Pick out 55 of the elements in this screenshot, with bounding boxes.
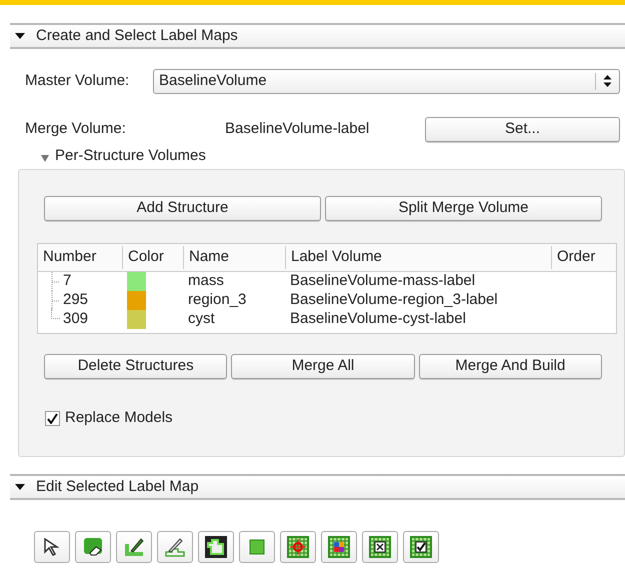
push-button[interactable]: Split Merge Volume (325, 196, 602, 221)
field-label: Merge Volume: (25, 118, 127, 139)
push-button[interactable]: Set... (425, 116, 620, 142)
expanded-triangle-icon[interactable] (40, 153, 50, 163)
filled-square-icon (249, 539, 265, 555)
tool-button[interactable] (321, 531, 357, 563)
pencil-icon (164, 536, 186, 558)
merge-volume-value: BaselineVolume-label (225, 118, 370, 139)
section-title: Edit Selected Label Map (36, 476, 199, 497)
eraser-icon (82, 536, 104, 558)
column-header[interactable]: Order (551, 246, 616, 269)
table-cell-text: BaselineVolume-mass-label (289, 271, 476, 292)
grid-colors-icon (328, 536, 350, 558)
push-button[interactable]: Merge And Build (418, 354, 602, 379)
tool-button[interactable] (362, 531, 398, 563)
push-button[interactable]: Add Structure (44, 196, 321, 221)
grid-target-icon (287, 536, 309, 558)
table-cell-text: cyst (187, 309, 216, 330)
outline-shape-icon (205, 536, 227, 558)
table-cell-text: BaselineVolume-cyst-label (289, 309, 467, 330)
pointer-icon (42, 537, 62, 557)
tool-button[interactable] (157, 531, 193, 563)
expanded-triangle-icon (14, 31, 26, 41)
section-title: Create and Select Label Maps (36, 26, 238, 46)
tool-button[interactable] (198, 531, 234, 563)
column-header[interactable]: Number (38, 246, 122, 269)
column-header[interactable]: Color (122, 246, 183, 269)
subsection-title: Per-Structure Volumes (55, 146, 206, 166)
table-cell-text: mass (187, 271, 225, 292)
table-cell-text: 7 (63, 271, 72, 292)
volume-dropdown[interactable]: BaselineVolume (153, 68, 620, 94)
grid-check-icon (410, 536, 432, 558)
table-cell-text: 309 (63, 309, 88, 330)
column-header[interactable]: Name (183, 246, 285, 269)
tree-branch-icon (51, 272, 61, 291)
expanded-triangle-icon (14, 482, 26, 492)
checkbox[interactable] (45, 410, 60, 426)
checkmark-icon (47, 412, 58, 424)
table-cell-text: BaselineVolume-region_3-label (289, 290, 499, 310)
up-down-arrows-icon (603, 74, 612, 88)
section-header[interactable]: Create and Select Label Maps (10, 23, 625, 49)
field-label: Master Volume: (25, 70, 130, 91)
push-button[interactable]: Delete Structures (44, 354, 228, 379)
push-button[interactable]: Merge All (231, 354, 415, 379)
checkbox-label: Replace Models (65, 408, 173, 428)
grid-cross-icon (369, 536, 391, 558)
tool-button[interactable] (75, 531, 111, 563)
tool-button[interactable] (34, 531, 70, 563)
column-header[interactable]: Label Volume (285, 246, 551, 269)
table-cell-text: 295 (63, 290, 88, 310)
section-header[interactable]: Edit Selected Label Map (10, 474, 625, 500)
paintbrush-icon (123, 536, 145, 558)
tool-button[interactable] (403, 531, 439, 563)
table-cell-text: region_3 (187, 290, 248, 310)
tool-button[interactable] (116, 531, 152, 563)
